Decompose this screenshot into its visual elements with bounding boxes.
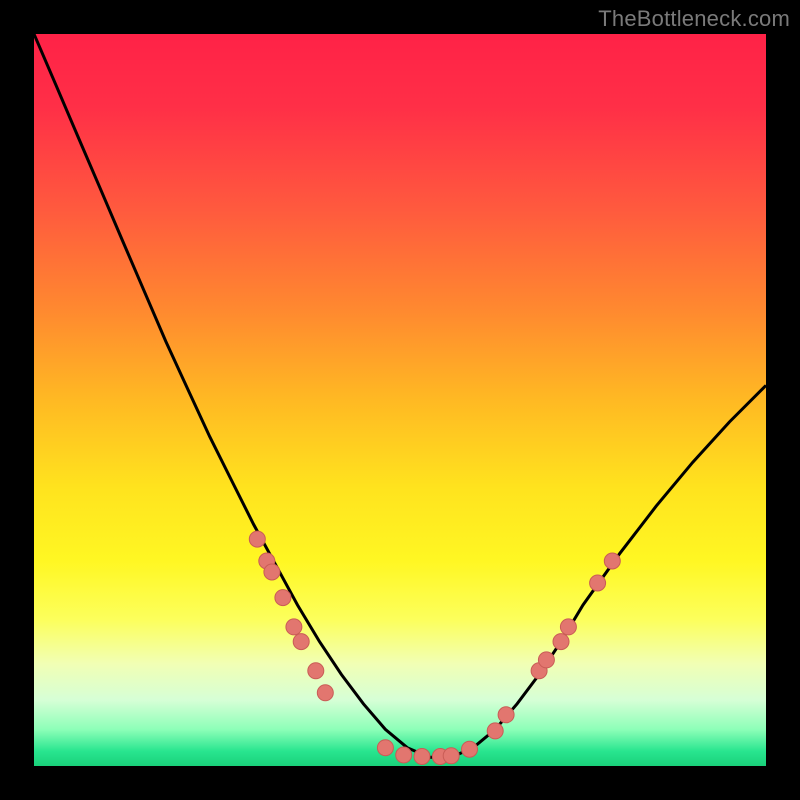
marker-layer <box>249 531 620 764</box>
data-marker <box>538 652 554 668</box>
plot-area <box>34 34 766 766</box>
data-marker <box>275 590 291 606</box>
data-marker <box>396 747 412 763</box>
data-marker <box>443 748 459 764</box>
data-marker <box>553 634 569 650</box>
chart-container: TheBottleneck.com <box>0 0 800 800</box>
data-marker <box>590 575 606 591</box>
data-marker <box>462 741 478 757</box>
data-marker <box>293 634 309 650</box>
data-marker <box>317 685 333 701</box>
bottleneck-curve <box>34 34 766 757</box>
data-marker <box>249 531 265 547</box>
chart-svg <box>34 34 766 766</box>
data-marker <box>377 740 393 756</box>
data-marker <box>498 707 514 723</box>
data-marker <box>487 723 503 739</box>
data-marker <box>264 564 280 580</box>
data-marker <box>308 663 324 679</box>
data-marker <box>286 619 302 635</box>
watermark-text: TheBottleneck.com <box>598 6 790 32</box>
data-marker <box>414 749 430 765</box>
data-marker <box>560 619 576 635</box>
data-marker <box>604 553 620 569</box>
